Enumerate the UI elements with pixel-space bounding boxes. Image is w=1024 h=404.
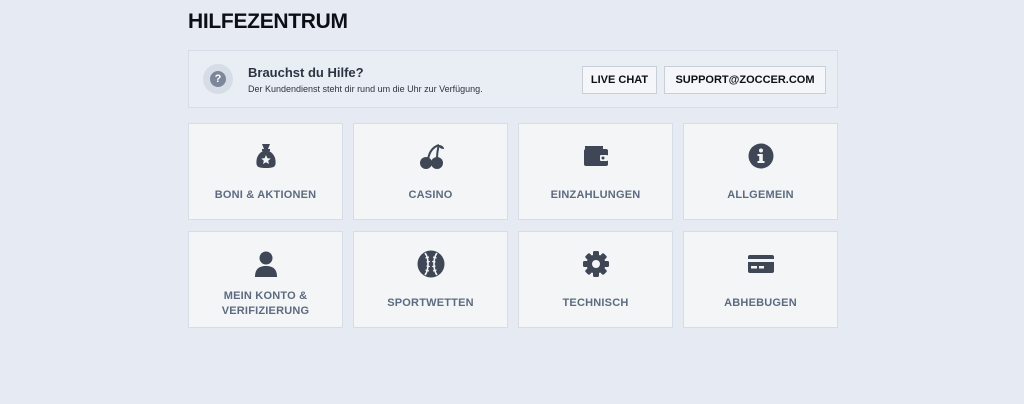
money-bag-icon [189, 141, 342, 171]
category-allgemein[interactable]: ALLGEMEIN [683, 123, 838, 220]
user-icon [189, 249, 342, 279]
question-icon: ? [203, 64, 233, 94]
category-label: EINZAHLUNGEN [550, 189, 641, 201]
category-einzahlungen[interactable]: EINZAHLUNGEN [518, 123, 673, 220]
category-label: TECHNISCH [562, 297, 629, 309]
category-label: MEIN KONTO & VERIFIZIERUNG [221, 289, 310, 317]
category-abhebugen[interactable]: ABHEBUGEN [683, 231, 838, 328]
category-mein-konto[interactable]: MEIN KONTO & VERIFIZIERUNG [188, 231, 343, 328]
category-technisch[interactable]: TECHNISCH [518, 231, 673, 328]
support-email-button[interactable]: SUPPORT@ZOCCER.COM [664, 66, 826, 94]
category-casino[interactable]: CASINO [353, 123, 508, 220]
category-label: ABHEBUGEN [724, 297, 797, 309]
category-label: ALLGEMEIN [727, 189, 794, 201]
baseball-icon [354, 249, 507, 279]
category-label: CASINO [408, 189, 453, 201]
help-banner: ? Brauchst du Hilfe? Der Kundendienst st… [188, 50, 838, 108]
info-icon [684, 141, 837, 171]
question-glyph: ? [210, 71, 226, 87]
category-label: SPORTWETTEN [387, 297, 474, 309]
credit-card-icon [684, 249, 837, 279]
cherries-icon [354, 141, 507, 171]
page-title: HILFEZENTRUM [188, 10, 348, 33]
wallet-icon [519, 141, 672, 171]
live-chat-button[interactable]: LIVE CHAT [582, 66, 657, 94]
category-boni-aktionen[interactable]: BONI & AKTIONEN [188, 123, 343, 220]
category-sportwetten[interactable]: SPORTWETTEN [353, 231, 508, 328]
help-subtitle: Der Kundendienst steht dir rund um die U… [248, 84, 483, 94]
category-label: BONI & AKTIONEN [214, 189, 317, 201]
help-title: Brauchst du Hilfe? [248, 65, 364, 80]
gear-icon [519, 249, 672, 279]
